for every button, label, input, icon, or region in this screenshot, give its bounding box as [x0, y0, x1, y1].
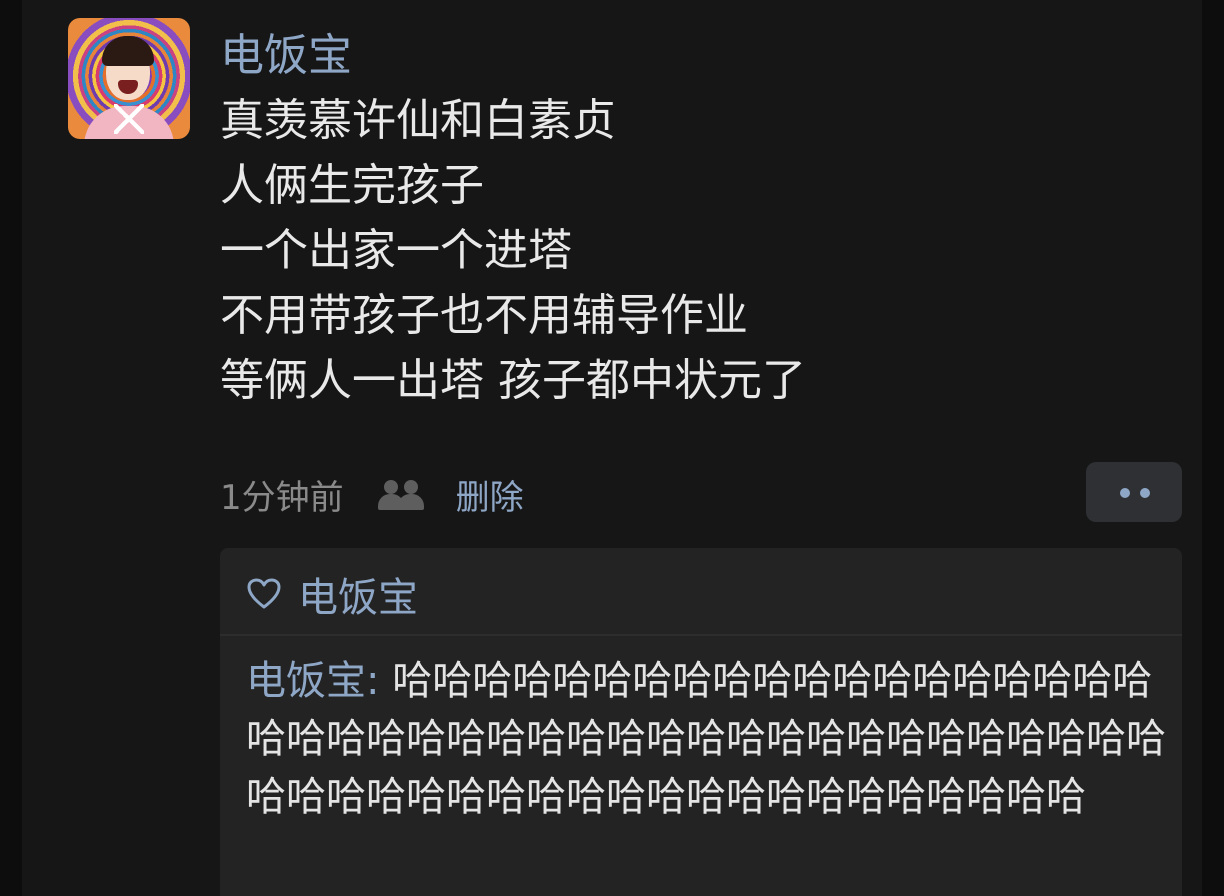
avatar-collar	[114, 104, 144, 134]
delete-link[interactable]: 删除	[456, 470, 524, 519]
divider	[220, 634, 1182, 636]
post-meta: 1分钟前 删除	[220, 466, 524, 522]
heart-icon	[247, 578, 281, 609]
avatar-hair	[102, 36, 154, 66]
post-text: 真羡慕许仙和白素贞 人俩生完孩子 一个出家一个进塔 不用带孩子也不用辅导作业 等…	[220, 88, 1120, 413]
avatar[interactable]	[68, 18, 190, 139]
post-line: 不用带孩子也不用辅导作业	[220, 290, 748, 341]
more-icon	[1120, 488, 1130, 498]
comment-author[interactable]: 电饭宝	[246, 658, 366, 704]
more-button[interactable]	[1086, 462, 1182, 522]
post-author-name[interactable]: 电饭宝	[220, 28, 352, 84]
like-user-name[interactable]: 电饭宝	[298, 565, 418, 623]
post-line: 人俩生完孩子	[220, 160, 484, 211]
post-timestamp: 1分钟前	[220, 477, 344, 518]
people-icon[interactable]	[377, 476, 426, 512]
post-line: 真羡慕许仙和白素贞	[220, 95, 616, 146]
likes-row: 电饭宝	[246, 564, 418, 624]
post-line: 一个出家一个进塔	[220, 225, 572, 276]
interaction-box: 电饭宝 电饭宝: 哈哈哈哈哈哈哈哈哈哈哈哈哈哈哈哈哈哈哈哈哈哈哈哈哈哈哈哈哈哈哈…	[220, 548, 1182, 896]
comment-item[interactable]: 电饭宝: 哈哈哈哈哈哈哈哈哈哈哈哈哈哈哈哈哈哈哈哈哈哈哈哈哈哈哈哈哈哈哈哈哈哈哈…	[246, 652, 1166, 826]
post-line: 等俩人一出塔 孩子都中状元了	[220, 355, 806, 406]
comment-separator: :	[366, 658, 393, 704]
